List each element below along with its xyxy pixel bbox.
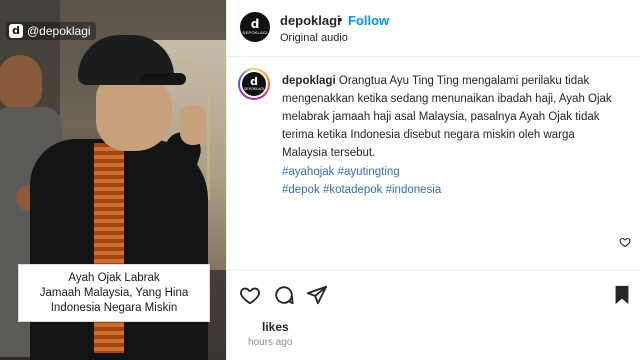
post-media[interactable]: d @depoklagi Ayah Ojak Labrak Jamaah Mal… xyxy=(0,0,226,360)
avatar-letter: d xyxy=(250,17,260,31)
heart-icon[interactable] xyxy=(239,284,261,306)
avatar-letter: d xyxy=(250,75,258,88)
separator-dot: • xyxy=(338,12,343,27)
hashtag-link[interactable]: #kotadepok xyxy=(323,184,382,196)
avatar-text: DEPOKLAGI xyxy=(242,30,268,35)
avatar[interactable]: d DEPOKLAGI xyxy=(240,12,270,42)
video-caption: Ayah Ojak Labrak Jamaah Malaysia, Yang H… xyxy=(18,264,210,322)
send-icon[interactable] xyxy=(306,284,328,306)
post-header: d DEPOKLAGI depoklagi • Follow Original … xyxy=(227,0,640,56)
hashtag-link[interactable]: #indonesia xyxy=(386,184,442,196)
video-caption-line: Indonesia Negara Miskin xyxy=(50,301,178,314)
hashtag-link[interactable]: #ayutingting xyxy=(338,166,400,178)
username[interactable]: depoklagi xyxy=(280,13,341,28)
post-caption: depoklagi Orangtua Ayu Ting Ting mengala… xyxy=(282,72,622,162)
post-details-panel: d DEPOKLAGI depoklagi • Follow Original … xyxy=(227,0,640,360)
comment-icon[interactable] xyxy=(273,284,295,306)
hashtag-list: #ayahojak #ayutingting #depok #kotadepok… xyxy=(282,163,622,199)
video-caption-line: Ayah Ojak Labrak xyxy=(68,271,160,284)
caption-body: Orangtua Ayu Ting Ting mengalami perilak… xyxy=(282,75,612,159)
hashtag-link[interactable]: #depok xyxy=(282,184,320,196)
bookmark-icon[interactable] xyxy=(611,284,633,306)
audio-link[interactable]: Original audio xyxy=(280,32,348,44)
avatar-text: DEPOKLAGI xyxy=(243,87,265,91)
action-bar xyxy=(227,278,640,314)
watermark-text: @depoklagi xyxy=(27,24,91,38)
follow-button[interactable]: Follow xyxy=(348,13,389,28)
caption-like-heart-icon[interactable] xyxy=(619,236,631,248)
video-caption-line: Jamaah Malaysia, Yang Hina xyxy=(39,286,189,299)
divider xyxy=(227,270,640,271)
video-watermark: d @depoklagi xyxy=(6,22,96,40)
likes-count[interactable]: likes xyxy=(262,320,289,334)
post-timestamp[interactable]: hours ago xyxy=(248,337,292,348)
divider xyxy=(227,56,640,57)
caption-avatar[interactable]: d DEPOKLAGI xyxy=(238,68,270,100)
hashtag-link[interactable]: #ayahojak xyxy=(282,166,334,178)
depoklagi-logo-icon: d xyxy=(9,24,23,38)
caption-username[interactable]: depoklagi xyxy=(282,75,336,87)
